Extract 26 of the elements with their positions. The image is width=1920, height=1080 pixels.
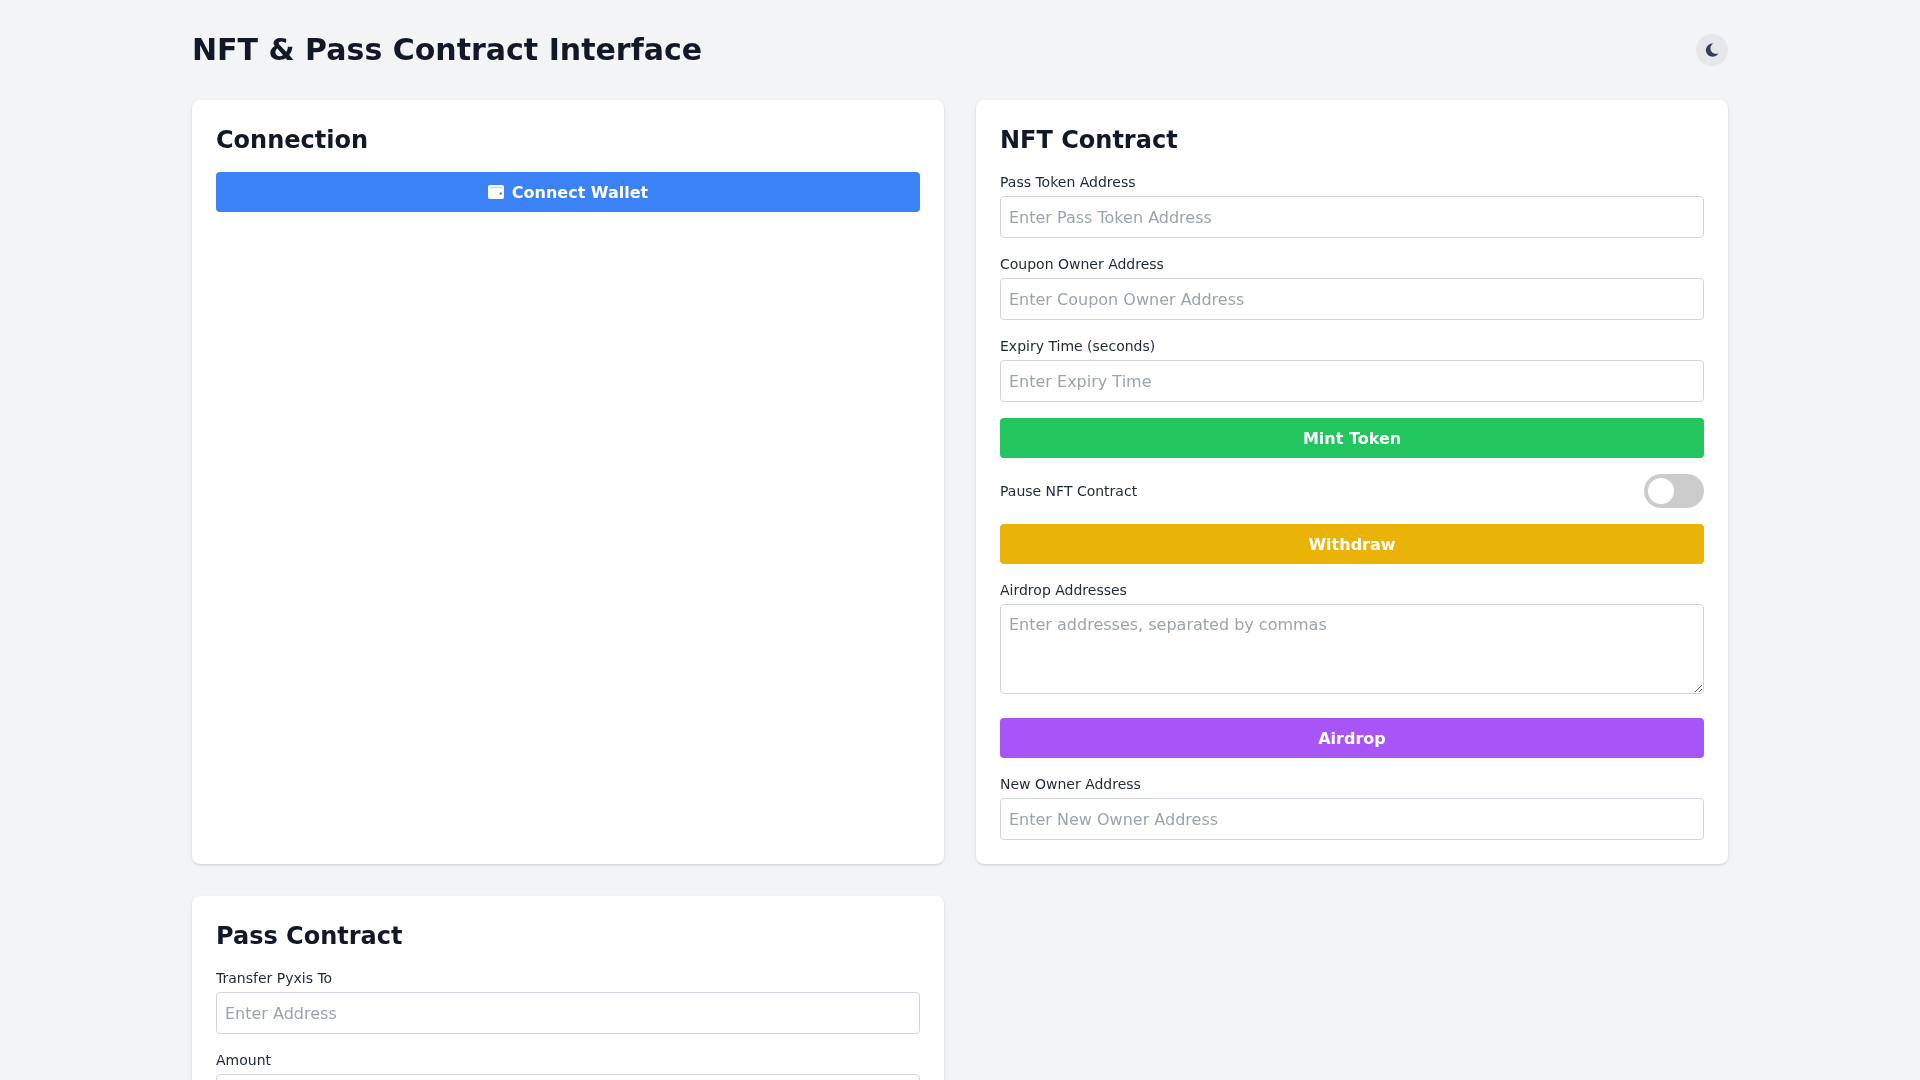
field-label: Expiry Time (seconds) — [1000, 337, 1156, 356]
text-input[interactable]: Enter New Owner Address — [1000, 798, 1704, 840]
text-input[interactable]: Enter Coupon Owner Address — [1000, 278, 1704, 320]
card-title: Connection — [216, 125, 369, 156]
text-input[interactable]: Enter Address — [216, 992, 920, 1034]
field-label: Airdrop Addresses — [1000, 581, 1127, 600]
text-area[interactable]: Enter addresses, separated by commas — [1000, 604, 1704, 694]
action-button[interactable]: Mint Token — [1000, 418, 1704, 458]
moon-icon — [1705, 43, 1719, 57]
field-label: Transfer Pyxis To — [216, 969, 333, 988]
wallet-icon — [487, 185, 504, 199]
card-title: Pass Contract — [216, 921, 403, 952]
toggle-label: Pause NFT Contract — [1000, 482, 1138, 501]
text-input[interactable]: Enter Expiry Time — [1000, 360, 1704, 402]
field-label: Coupon Owner Address — [1000, 255, 1164, 274]
card-title: NFT Contract — [1000, 125, 1178, 156]
connect-wallet-button[interactable]: Connect Wallet — [216, 172, 920, 212]
toggle-switch[interactable] — [1644, 474, 1704, 508]
action-button[interactable]: Withdraw — [1000, 524, 1704, 564]
theme-toggle-button[interactable] — [1696, 34, 1728, 66]
field-label: Pass Token Address — [1000, 173, 1136, 192]
page-title: NFT & Pass Contract Interface — [192, 32, 703, 68]
field-label: Amount — [216, 1051, 271, 1070]
action-button[interactable]: Airdrop — [1000, 718, 1704, 758]
field-label: New Owner Address — [1000, 775, 1141, 794]
text-input[interactable]: Enter Pass Token Address — [1000, 196, 1704, 238]
